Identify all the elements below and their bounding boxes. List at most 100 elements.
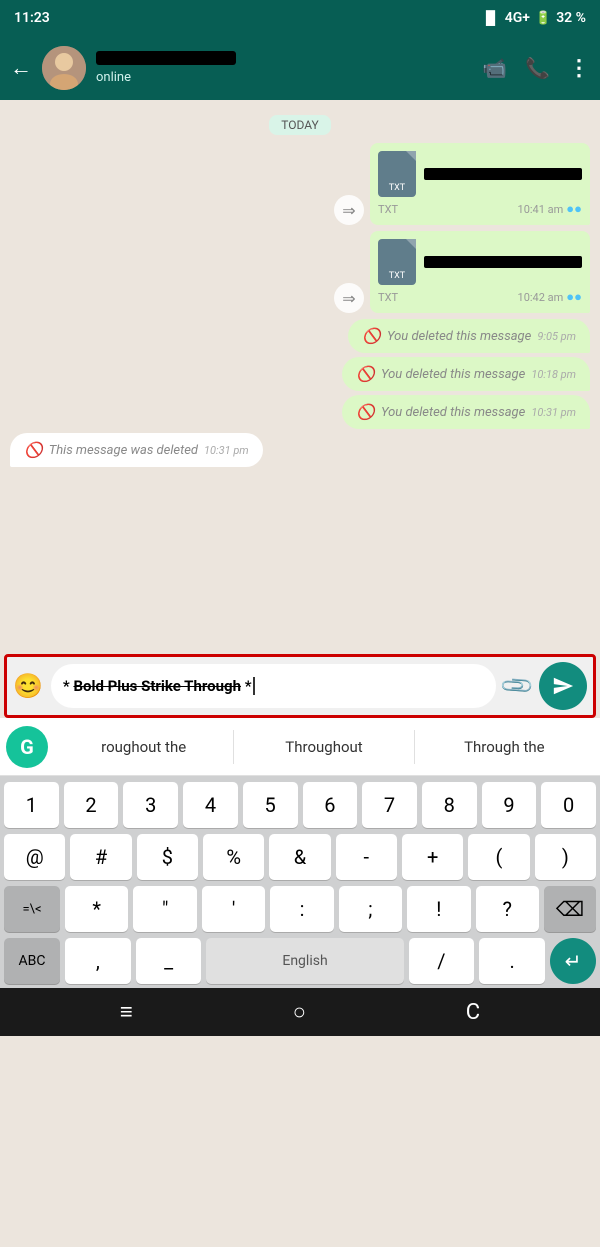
- key-quest[interactable]: ?: [476, 886, 539, 932]
- phone-call-icon[interactable]: 📞: [525, 56, 550, 80]
- key-pct[interactable]: %: [203, 834, 264, 880]
- cursor: [253, 677, 255, 695]
- key-hash[interactable]: #: [70, 834, 131, 880]
- keyboard: 1 2 3 4 5 6 7 8 9 0 @ # $ % & - + ( ) =\…: [0, 776, 600, 988]
- slash-key[interactable]: /: [409, 938, 475, 984]
- msg-row-del-3: 🚫 You deleted this message 10:31 pm: [10, 395, 590, 429]
- autocomplete-item-2[interactable]: Throughout: [234, 730, 414, 764]
- key-plus[interactable]: +: [402, 834, 463, 880]
- key-colon[interactable]: :: [270, 886, 333, 932]
- nav-home-icon[interactable]: ○: [293, 999, 306, 1025]
- file-bubble-2: TXT TXT 10:42 am ●●: [370, 231, 590, 313]
- key-1[interactable]: 1: [4, 782, 59, 828]
- deleted-time-3: 10:31 pm: [531, 406, 576, 419]
- key-special[interactable]: =\<: [4, 886, 60, 932]
- key-lparen[interactable]: (: [468, 834, 529, 880]
- emoji-button[interactable]: 😊: [13, 672, 43, 700]
- time-1: 10:41 am: [518, 203, 564, 216]
- key-amp[interactable]: &: [269, 834, 330, 880]
- file-icon-1: TXT: [378, 151, 416, 197]
- contact-name-redacted: [96, 51, 236, 65]
- key-dollar[interactable]: $: [137, 834, 198, 880]
- signal-icon: ▐▌: [481, 10, 499, 26]
- ticks-1: ●●: [566, 201, 582, 217]
- backspace-key[interactable]: ⌫: [544, 886, 596, 932]
- more-options-icon[interactable]: ⋮: [568, 56, 590, 81]
- keyboard-row-3: =\< * " ' : ; ! ? ⌫: [4, 886, 596, 932]
- video-call-icon[interactable]: 📹: [482, 56, 507, 80]
- key-6[interactable]: 6: [303, 782, 358, 828]
- key-5[interactable]: 5: [243, 782, 298, 828]
- header-actions: 📹 📞 ⋮: [482, 56, 590, 81]
- time-2: 10:42 am: [518, 291, 564, 304]
- chat-header: ← online 📹 📞 ⋮: [0, 36, 600, 100]
- status-right: ▐▌ 4G+ 🔋 32 %: [481, 10, 586, 26]
- deleted-bubble-3: 🚫 You deleted this message 10:31 pm: [342, 395, 590, 429]
- date-label: TODAY: [269, 115, 331, 135]
- contact-status: online: [96, 70, 472, 85]
- msg-row-2: ⇒ TXT TXT 10:42 am ●●: [10, 231, 590, 313]
- forward-btn[interactable]: ⇒: [334, 195, 364, 225]
- key-dash[interactable]: -: [336, 834, 397, 880]
- deleted-text-3: You deleted this message: [381, 405, 525, 420]
- enter-key[interactable]: ↵: [550, 938, 596, 984]
- grammarly-icon: G: [6, 726, 48, 768]
- signal-type: 4G+: [505, 10, 530, 26]
- file-type-2: TXT: [389, 271, 405, 281]
- key-semi[interactable]: ;: [339, 886, 402, 932]
- underscore-key[interactable]: _: [136, 938, 202, 984]
- forward-btn-2[interactable]: ⇒: [334, 283, 364, 313]
- input-box[interactable]: * Bold Plus Strike Through *: [51, 664, 496, 708]
- key-at[interactable]: @: [4, 834, 65, 880]
- file-type-1: TXT: [389, 183, 405, 193]
- key-9[interactable]: 9: [482, 782, 537, 828]
- msg-row-del-incoming: 🚫 This message was deleted 10:31 pm: [10, 433, 590, 467]
- key-0[interactable]: 0: [541, 782, 596, 828]
- nav-back-icon[interactable]: C: [466, 1000, 480, 1025]
- bubble-meta-2: TXT 10:42 am ●●: [378, 289, 582, 305]
- dot-key[interactable]: .: [479, 938, 545, 984]
- comma-key[interactable]: ,: [65, 938, 131, 984]
- keyboard-row-4: ABC , _ English / . ↵: [4, 938, 596, 984]
- header-info: online: [96, 51, 472, 85]
- msg-row: ⇒ TXT TXT 10:41 am ●●: [10, 143, 590, 225]
- msg-row-del-1: 🚫 You deleted this message 9:05 pm: [10, 319, 590, 353]
- key-3[interactable]: 3: [123, 782, 178, 828]
- file-name-2: [424, 256, 582, 268]
- input-area-wrapper: 😊 * Bold Plus Strike Through * 📎: [4, 654, 596, 718]
- deleted-time-incoming: 10:31 pm: [204, 444, 249, 457]
- autocomplete-item-1[interactable]: roughout the: [54, 730, 234, 764]
- key-8[interactable]: 8: [422, 782, 477, 828]
- key-quote[interactable]: ": [133, 886, 196, 932]
- autocomplete-item-3[interactable]: Through the: [415, 730, 594, 764]
- key-rparen[interactable]: ): [535, 834, 596, 880]
- battery: 🔋: [535, 11, 551, 26]
- delete-icon-3: 🚫: [356, 403, 375, 421]
- delete-icon-2: 🚫: [356, 365, 375, 383]
- file-name-1: [424, 168, 582, 180]
- key-excl[interactable]: !: [407, 886, 470, 932]
- key-4[interactable]: 4: [183, 782, 238, 828]
- delete-icon-incoming: 🚫: [24, 441, 43, 459]
- key-2[interactable]: 2: [64, 782, 119, 828]
- space-key[interactable]: English: [206, 938, 403, 984]
- deleted-time-1: 9:05 pm: [537, 330, 576, 343]
- deleted-time-2: 10:18 pm: [531, 368, 576, 381]
- bubble-meta-1: TXT 10:41 am ●●: [378, 201, 582, 217]
- file-bubble-1: TXT TXT 10:41 am ●●: [370, 143, 590, 225]
- send-button[interactable]: [539, 662, 587, 710]
- nav-menu-icon[interactable]: ≡: [120, 999, 133, 1025]
- back-button[interactable]: ←: [10, 55, 32, 81]
- battery-pct: 32 %: [556, 10, 586, 26]
- attach-button[interactable]: 📎: [499, 667, 536, 704]
- abc-key[interactable]: ABC: [4, 938, 60, 984]
- deleted-bubble-2: 🚫 You deleted this message 10:18 pm: [342, 357, 590, 391]
- file-label-1: TXT: [378, 203, 398, 216]
- autocomplete-bar: G roughout the Throughout Through the: [0, 718, 600, 776]
- key-apos[interactable]: ': [202, 886, 265, 932]
- key-star[interactable]: *: [65, 886, 128, 932]
- date-divider: TODAY: [10, 114, 590, 133]
- key-7[interactable]: 7: [362, 782, 417, 828]
- input-text: * Bold Plus Strike Through *: [63, 677, 252, 695]
- msg-row-del-2: 🚫 You deleted this message 10:18 pm: [10, 357, 590, 391]
